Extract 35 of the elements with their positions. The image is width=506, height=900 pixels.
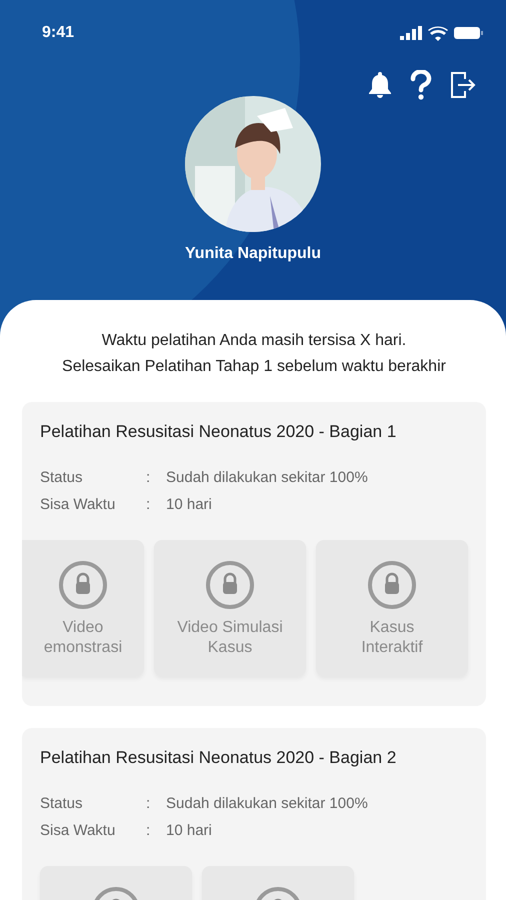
bell-button[interactable]: [368, 71, 392, 99]
logout-button[interactable]: [450, 71, 476, 99]
detail-value: Sudah dilakukan sekitar 100%: [166, 794, 369, 814]
course-title: Pelatihan Resusitasi Neonatus 2020 - Bagian 1: [39, 422, 398, 442]
status-time: 9:41: [42, 24, 74, 42]
detail-value: 10 hari: [166, 495, 213, 515]
notice-text: Waktu pelatihan Anda masih tersisa X hari. Selesaikan Pelatihan Tahap 1 sebelum waktu berakhir: [61, 331, 447, 377]
detail-label: Sisa Waktu: [40, 821, 116, 841]
detail-label: Status: [40, 468, 84, 488]
lock-icon: [367, 560, 417, 610]
detail-value: Sudah dilakukan sekitar 100%: [166, 468, 369, 488]
course-title: Pelatihan Resusitasi Neonatus 2020 - Bagian 2: [39, 748, 398, 768]
detail-label: Sisa Waktu: [40, 495, 116, 515]
detail-value: 10 hari: [166, 821, 213, 841]
help-button[interactable]: [410, 70, 432, 100]
module-tile[interactable]: Video Simulasi Kasus: [154, 540, 306, 676]
signal-icon: [400, 26, 422, 40]
detail-label: Status: [40, 794, 84, 814]
module-label: Kasus Interaktif: [361, 618, 423, 658]
user-name: Yunita Napitupulu: [185, 245, 321, 263]
module-tile[interactable]: Video emonstrasi: [22, 540, 144, 676]
help-icon: [410, 70, 432, 100]
module-label: Video emonstrasi: [44, 618, 122, 658]
bell-icon: [368, 71, 392, 99]
lock-icon: [58, 560, 108, 610]
module-label: Video Simulasi Kasus: [177, 618, 283, 658]
battery-icon: [454, 26, 484, 40]
module-tile[interactable]: Kasus Interaktif: [316, 540, 468, 676]
detail-colon: :: [146, 495, 152, 515]
detail-colon: :: [146, 468, 152, 488]
logout-icon: [450, 71, 476, 99]
detail-colon: :: [146, 794, 152, 814]
detail-colon: :: [146, 821, 152, 841]
wifi-icon: [428, 26, 448, 40]
lock-icon: [205, 560, 255, 610]
